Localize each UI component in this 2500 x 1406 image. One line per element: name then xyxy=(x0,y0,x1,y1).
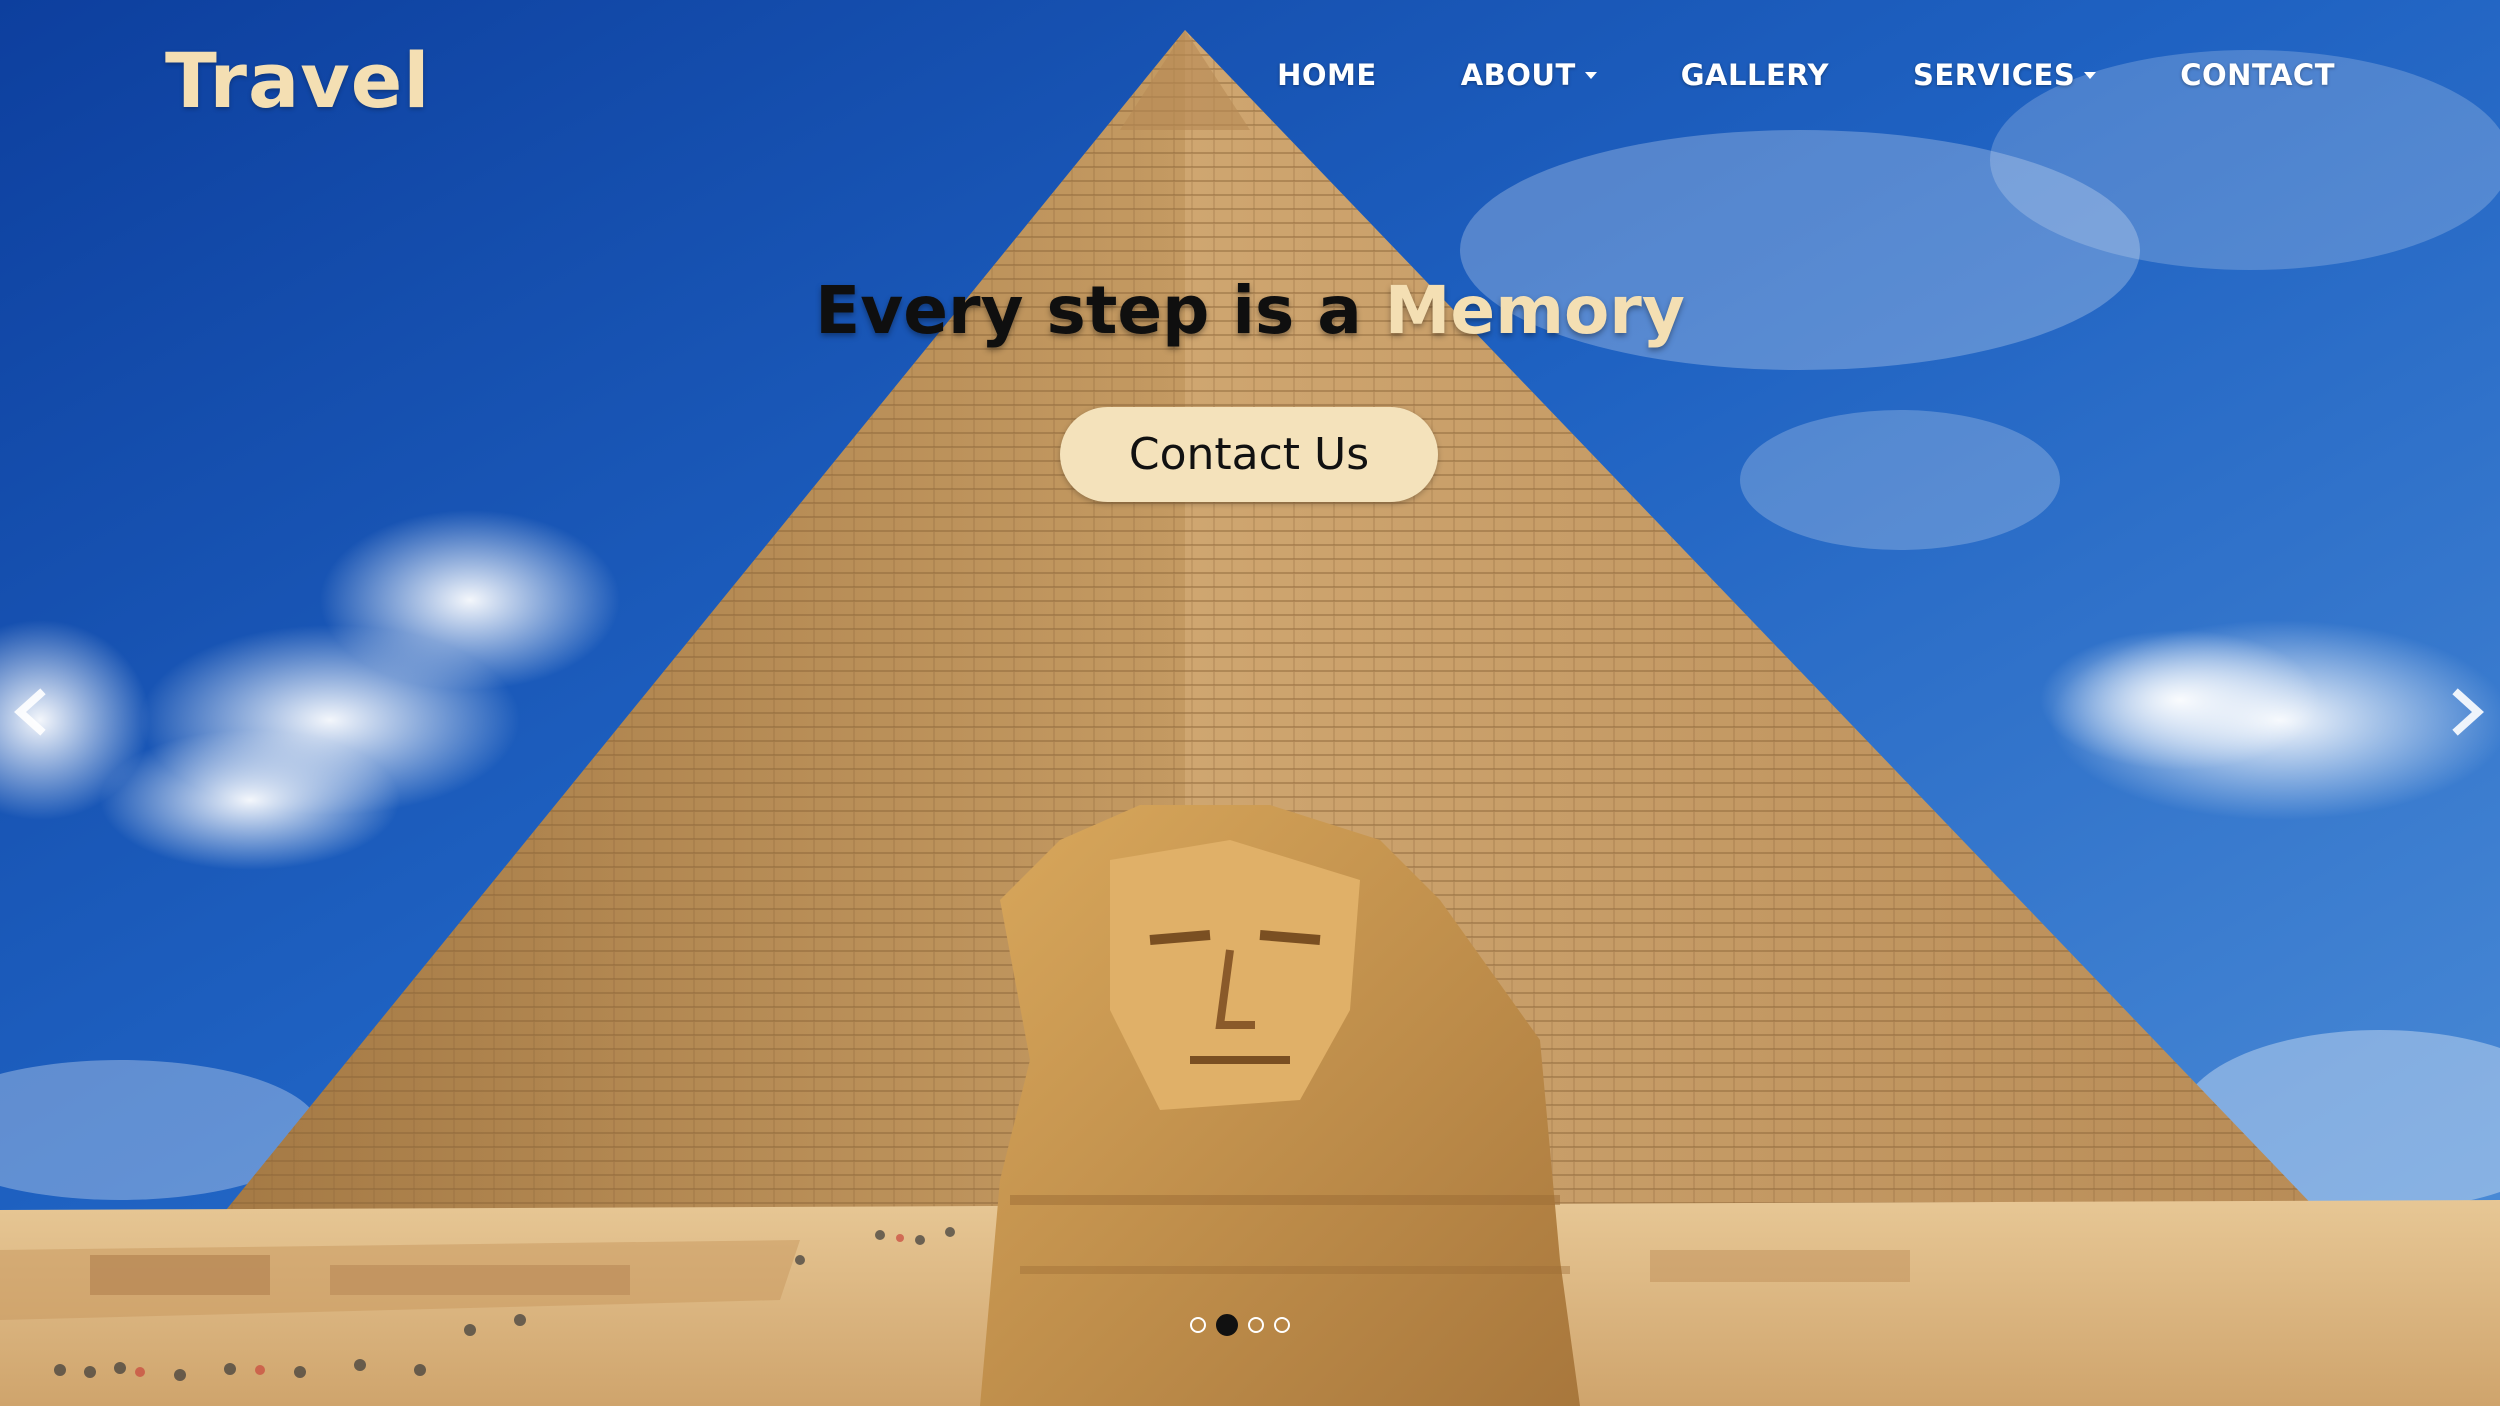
carousel-dot-3[interactable] xyxy=(1248,1317,1264,1333)
carousel-next-button[interactable] xyxy=(2436,682,2496,742)
hero-heading-accent: Memory xyxy=(1384,272,1685,349)
nav-item-label: CONTACT xyxy=(2180,58,2335,92)
nav-item-label: SERVICES xyxy=(1913,58,2076,92)
hero-carousel: Travel HOME ABOUT GALLERY SERVICES CONTA… xyxy=(0,0,2500,1406)
carousel-indicators xyxy=(1190,1314,1290,1336)
nav-item-services[interactable]: SERVICES xyxy=(1913,58,2097,92)
nav-item-contact[interactable]: CONTACT xyxy=(2180,58,2335,92)
chevron-right-icon xyxy=(2452,688,2484,736)
nav-item-home[interactable]: HOME xyxy=(1277,58,1377,92)
hero-background-image xyxy=(0,0,2500,1406)
hero-heading-main: Every step is a xyxy=(815,272,1385,349)
nav-item-label: GALLERY xyxy=(1680,58,1829,92)
carousel-dot-4[interactable] xyxy=(1274,1317,1290,1333)
hero-heading: Every step is a Memory xyxy=(0,272,2500,349)
contact-us-button[interactable]: Contact Us xyxy=(1060,407,1438,502)
nav-item-about[interactable]: ABOUT xyxy=(1461,58,1597,92)
brand-logo[interactable]: Travel xyxy=(165,36,430,125)
main-nav: HOME ABOUT GALLERY SERVICES CONTACT xyxy=(1277,58,2335,92)
caret-down-icon xyxy=(2084,71,2097,79)
chevron-left-icon xyxy=(14,688,46,736)
carousel-prev-button[interactable] xyxy=(2,682,62,742)
caret-down-icon xyxy=(1584,71,1597,79)
carousel-dot-2[interactable] xyxy=(1216,1314,1238,1336)
nav-item-label: HOME xyxy=(1277,58,1377,92)
carousel-dot-1[interactable] xyxy=(1190,1317,1206,1333)
nav-item-label: ABOUT xyxy=(1460,58,1576,92)
nav-item-gallery[interactable]: GALLERY xyxy=(1681,58,1829,92)
